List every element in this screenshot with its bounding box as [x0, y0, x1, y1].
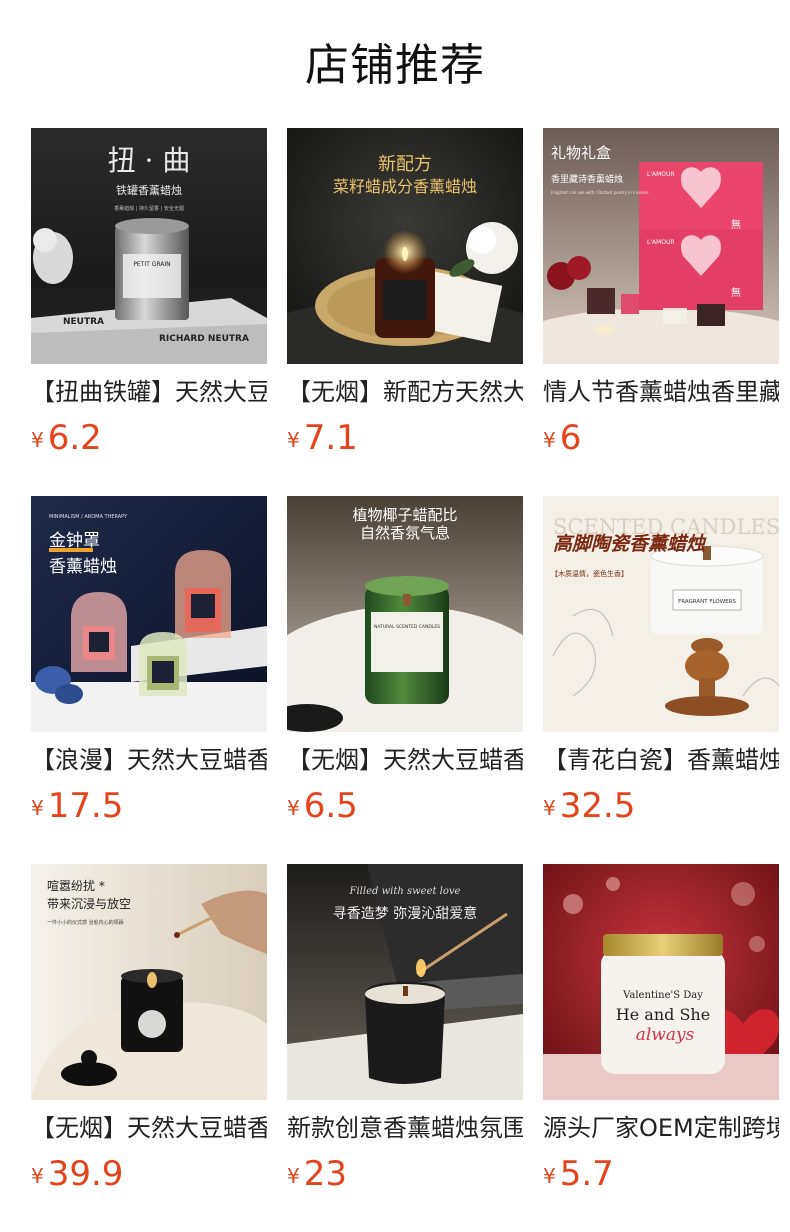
- product-image[interactable]: 喧嚣纷扰 * 带来沉浸与放空 一件小小的仪式感 治愈内心的烦躁: [31, 864, 267, 1100]
- svg-text:Fragrant can see with / Distan: Fragrant can see with / Distant poetry i…: [551, 190, 649, 195]
- product-name[interactable]: 【无烟】天然大豆蜡香薰: [287, 744, 523, 778]
- product-price: ¥6: [543, 418, 582, 458]
- product-card[interactable]: Valentine'S Day He and She always 源头厂家OE…: [543, 864, 779, 1204]
- svg-text:NEUTRA: NEUTRA: [63, 317, 104, 327]
- svg-text:always: always: [636, 1025, 695, 1045]
- product-card[interactable]: FRAGRANT FLOWERS SCENTED CANDLES 高脚陶瓷香薰蜡…: [543, 496, 779, 836]
- svg-text:FRAGRANT FLOWERS: FRAGRANT FLOWERS: [678, 599, 736, 605]
- product-price: ¥5.7: [543, 1154, 614, 1194]
- product-price: ¥6.2: [31, 418, 102, 458]
- product-card[interactable]: Filled with sweet love 寻香造梦 弥漫沁甜爱意 新款创意香…: [287, 864, 523, 1204]
- product-name[interactable]: 【青花白瓷】香薰蜡烛: [543, 744, 779, 778]
- svg-text:Valentine'S Day: Valentine'S Day: [622, 990, 703, 1001]
- svg-text:香薰蜡烛 | 持久留香 | 安全无烟: 香薰蜡烛 | 持久留香 | 安全无烟: [114, 205, 184, 212]
- svg-text:菜籽蜡成分香薰蜡烛: 菜籽蜡成分香薰蜡烛: [333, 177, 477, 196]
- svg-text:礼物礼盒: 礼物礼盒: [551, 144, 611, 162]
- product-name[interactable]: 【扭曲铁罐】天然大豆蜡: [31, 376, 267, 410]
- product-name[interactable]: 【无烟】天然大豆蜡香薰: [31, 1112, 267, 1146]
- product-image[interactable]: 新配方 菜籽蜡成分香薰蜡烛: [287, 128, 523, 364]
- svg-text:PETIT GRAIN: PETIT GRAIN: [133, 261, 170, 268]
- svg-text:香里藏诗香薰蜡烛: 香里藏诗香薰蜡烛: [551, 173, 623, 185]
- product-card[interactable]: L'AMOUR L'AMOUR 無 無 礼物礼盒 香里藏诗香薰蜡烛 Fragra…: [543, 128, 779, 468]
- svg-text:He and She: He and She: [616, 1005, 710, 1024]
- product-name[interactable]: 情人节香薰蜡烛香里藏诗: [543, 376, 779, 410]
- product-card[interactable]: NEUTRA RICHARD NEUTRA PETIT GRAIN 扭 · 曲 …: [31, 128, 267, 468]
- product-price: ¥17.5: [31, 786, 124, 826]
- svg-text:寻香造梦 弥漫沁甜爱意: 寻香造梦 弥漫沁甜爱意: [333, 905, 477, 922]
- product-image[interactable]: Valentine'S Day He and She always: [543, 864, 779, 1100]
- product-card[interactable]: 喧嚣纷扰 * 带来沉浸与放空 一件小小的仪式感 治愈内心的烦躁 【无烟】天然大豆…: [31, 864, 267, 1204]
- svg-text:L'AMOUR: L'AMOUR: [647, 239, 675, 246]
- svg-text:Filled with sweet love: Filled with sweet love: [349, 886, 461, 897]
- svg-text:RICHARD NEUTRA: RICHARD NEUTRA: [159, 334, 249, 344]
- product-price: ¥6.5: [287, 786, 358, 826]
- product-card[interactable]: MINIMALISM / AROMA THERAPY 金钟罩 香薰蜡烛 【浪漫】…: [31, 496, 267, 836]
- svg-text:扭 · 曲: 扭 · 曲: [108, 144, 191, 177]
- svg-text:L'AMOUR: L'AMOUR: [647, 171, 675, 178]
- svg-text:自然香氛气息: 自然香氛气息: [360, 524, 450, 542]
- product-price: ¥23: [287, 1154, 347, 1194]
- svg-text:無: 無: [731, 218, 741, 231]
- svg-text:【木质温情，瓷色生香】: 【木质温情，瓷色生香】: [551, 569, 628, 578]
- product-price: ¥32.5: [543, 786, 636, 826]
- product-name[interactable]: 【浪漫】天然大豆蜡香薰: [31, 744, 267, 778]
- product-image[interactable]: NEUTRA RICHARD NEUTRA PETIT GRAIN 扭 · 曲 …: [31, 128, 267, 364]
- svg-text:香薰蜡烛: 香薰蜡烛: [49, 557, 117, 577]
- svg-text:NATURAL SCENTED CANDLES: NATURAL SCENTED CANDLES: [374, 624, 440, 630]
- svg-text:高脚陶瓷香薰蜡烛: 高脚陶瓷香薰蜡烛: [553, 533, 707, 555]
- page-title: 店铺推荐: [305, 40, 485, 91]
- product-price: ¥39.9: [31, 1154, 124, 1194]
- svg-text:一件小小的仪式感 治愈内心的烦躁: 一件小小的仪式感 治愈内心的烦躁: [47, 919, 124, 926]
- product-card[interactable]: NATURAL SCENTED CANDLES 植物椰子蜡配比 自然香氛气息 【…: [287, 496, 523, 836]
- product-name[interactable]: 【无烟】新配方天然大豆: [287, 376, 523, 410]
- product-image[interactable]: FRAGRANT FLOWERS SCENTED CANDLES 高脚陶瓷香薰蜡…: [543, 496, 779, 732]
- svg-text:金钟罩: 金钟罩: [49, 531, 100, 551]
- svg-text:喧嚣纷扰 *: 喧嚣纷扰 *: [47, 878, 105, 893]
- product-price: ¥7.1: [287, 418, 358, 458]
- svg-text:無: 無: [731, 286, 741, 299]
- product-name[interactable]: 新款创意香薰蜡烛氛围感: [287, 1112, 523, 1146]
- product-image[interactable]: MINIMALISM / AROMA THERAPY 金钟罩 香薰蜡烛: [31, 496, 267, 732]
- svg-text:植物椰子蜡配比: 植物椰子蜡配比: [352, 506, 457, 524]
- product-image[interactable]: Filled with sweet love 寻香造梦 弥漫沁甜爱意: [287, 864, 523, 1100]
- product-card[interactable]: 新配方 菜籽蜡成分香薰蜡烛 【无烟】新配方天然大豆 ¥7.1: [287, 128, 523, 468]
- svg-text:铁罐香薰蜡烛: 铁罐香薰蜡烛: [116, 183, 182, 197]
- product-name[interactable]: 源头厂家OEM定制跨境: [543, 1112, 779, 1146]
- svg-text:MINIMALISM / AROMA THERAPY: MINIMALISM / AROMA THERAPY: [49, 514, 128, 520]
- svg-text:新配方: 新配方: [378, 154, 432, 175]
- svg-text:带来沉浸与放空: 带来沉浸与放空: [47, 896, 131, 911]
- product-image[interactable]: L'AMOUR L'AMOUR 無 無 礼物礼盒 香里藏诗香薰蜡烛 Fragra…: [543, 128, 779, 364]
- product-image[interactable]: NATURAL SCENTED CANDLES 植物椰子蜡配比 自然香氛气息: [287, 496, 523, 732]
